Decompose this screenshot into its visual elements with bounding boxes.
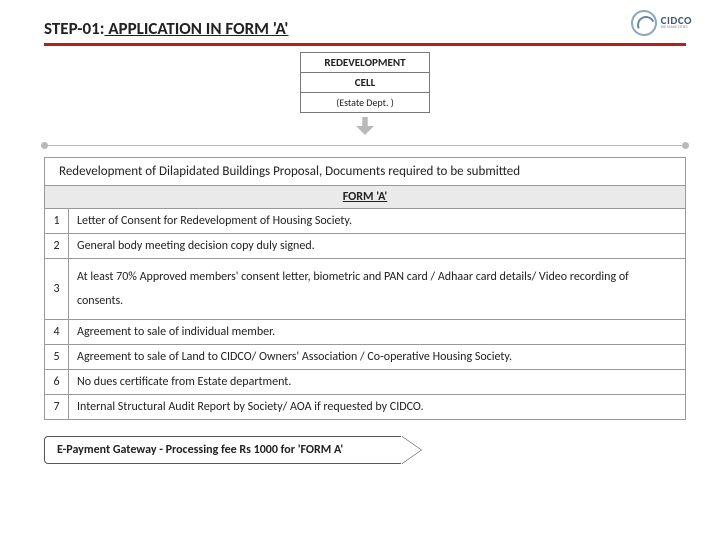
title-rest: APPLICATION IN — [104, 18, 225, 39]
row-number: 4 — [45, 320, 69, 345]
documents-table: Redevelopment of Dilapidated Buildings P… — [44, 157, 686, 420]
title-step: STEP-01: — [44, 18, 104, 39]
horizontal-line — [44, 145, 686, 146]
cell-group: REDEVELOPMENT CELL (Estate Dept. ) — [44, 52, 686, 135]
table-row: 2General body meeting decision copy duly… — [45, 234, 686, 259]
row-text: At least 70% Approved members' consent l… — [69, 259, 686, 320]
row-text: Agreement to sale of Land to CIDCO/ Owne… — [69, 345, 686, 370]
table-row: 3At least 70% Approved members' consent … — [45, 259, 686, 320]
payment-callout: E-Payment Gateway - Processing fee Rs 10… — [44, 436, 404, 464]
row-text: No dues certificate from Estate departme… — [69, 370, 686, 395]
row-number: 7 — [45, 395, 69, 420]
row-number: 2 — [45, 234, 69, 259]
divider-line — [44, 143, 686, 149]
logo-icon — [631, 10, 657, 36]
page-title: STEP-01: APPLICATION IN FORM 'A' — [44, 18, 686, 39]
title-divider — [44, 43, 686, 46]
title-form: FORM 'A' — [225, 18, 288, 39]
proposal-header: Redevelopment of Dilapidated Buildings P… — [45, 158, 686, 186]
table-row: 4Agreement to sale of individual member. — [45, 320, 686, 345]
table-row: 1Letter of Consent for Redevelopment of … — [45, 209, 686, 234]
brand-logo: CIDCO WE MAKE CITIES — [631, 10, 692, 36]
logo-tagline: WE MAKE CITIES — [661, 26, 692, 30]
arrow-down-icon — [356, 117, 374, 135]
table-row: 7Internal Structural Audit Report by Soc… — [45, 395, 686, 420]
dot-right-icon — [682, 142, 689, 149]
row-text: General body meeting decision copy duly … — [69, 234, 686, 259]
table-row: 6No dues certificate from Estate departm… — [45, 370, 686, 395]
row-number: 3 — [45, 259, 69, 320]
cell-box: REDEVELOPMENT CELL (Estate Dept. ) — [300, 52, 430, 113]
cell-line-1: REDEVELOPMENT — [301, 53, 429, 73]
table-row: 5Agreement to sale of Land to CIDCO/ Own… — [45, 345, 686, 370]
form-header: FORM 'A' — [45, 186, 686, 209]
row-number: 1 — [45, 209, 69, 234]
cell-line-3: (Estate Dept. ) — [301, 93, 429, 112]
row-text: Internal Structural Audit Report by Soci… — [69, 395, 686, 420]
row-text: Letter of Consent for Redevelopment of H… — [69, 209, 686, 234]
cell-line-2: CELL — [301, 73, 429, 93]
row-number: 6 — [45, 370, 69, 395]
row-text: Agreement to sale of individual member. — [69, 320, 686, 345]
header: STEP-01: APPLICATION IN FORM 'A' CIDCO W… — [44, 18, 686, 46]
row-number: 5 — [45, 345, 69, 370]
